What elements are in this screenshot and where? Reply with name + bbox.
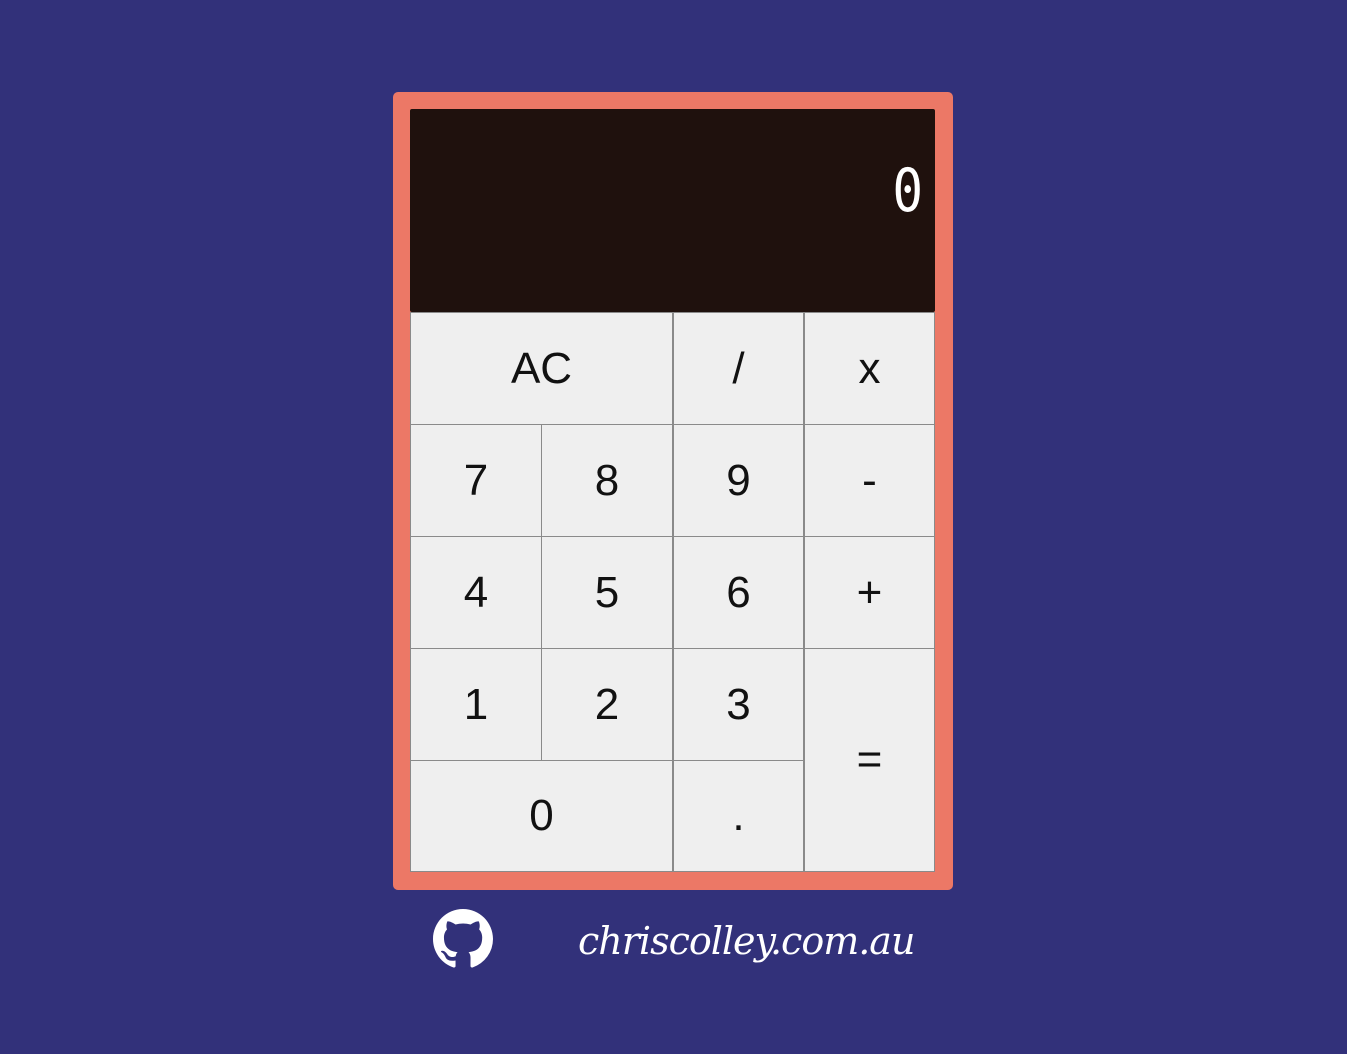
footer: chriscolley.com.au	[0, 905, 1347, 975]
clear-button-label: AC	[510, 343, 573, 393]
divide-button[interactable]: /	[673, 312, 804, 425]
digit-8-label: 8	[594, 455, 620, 505]
digit-6-label: 6	[726, 567, 751, 617]
digit-2-label: 2	[594, 679, 620, 729]
site-link[interactable]: chriscolley.com.au	[578, 919, 915, 963]
digit-8-button[interactable]: 8	[541, 424, 673, 537]
digit-5-label: 5	[594, 567, 620, 617]
digit-3-button[interactable]: 3	[673, 648, 804, 761]
digit-4-label: 4	[463, 567, 489, 617]
digit-0-button[interactable]: 0	[410, 760, 673, 872]
digit-1-button[interactable]: 1	[410, 648, 542, 761]
subtract-button-label: -	[862, 455, 877, 505]
digit-4-button[interactable]: 4	[410, 536, 542, 649]
digit-0-label: 0	[529, 791, 554, 840]
clear-button[interactable]: AC	[410, 312, 673, 425]
decimal-button[interactable]: .	[673, 760, 804, 872]
equals-button[interactable]: =	[804, 648, 935, 872]
subtract-button[interactable]: -	[804, 424, 935, 537]
decimal-button-label: .	[732, 791, 745, 840]
calculator-display: 0	[410, 109, 935, 312]
digit-7-label: 7	[463, 455, 489, 505]
digit-1-label: 1	[463, 679, 489, 729]
display-value: 0	[892, 156, 923, 226]
calculator: 0 AC / x 7 8 9 - 4 5 6 + 1 2 3 = 0 .	[393, 92, 953, 890]
multiply-button[interactable]: x	[804, 312, 935, 425]
equals-button-label: =	[856, 735, 883, 784]
digit-3-label: 3	[726, 679, 751, 729]
digit-9-label: 9	[726, 455, 751, 505]
add-button[interactable]: +	[804, 536, 935, 649]
digit-2-button[interactable]: 2	[541, 648, 673, 761]
digit-5-button[interactable]: 5	[541, 536, 673, 649]
add-button-label: +	[856, 567, 883, 617]
divide-button-label: /	[732, 343, 745, 393]
digit-7-button[interactable]: 7	[410, 424, 542, 537]
digit-6-button[interactable]: 6	[673, 536, 804, 649]
github-icon[interactable]	[433, 909, 493, 969]
multiply-button-label: x	[858, 343, 881, 393]
digit-9-button[interactable]: 9	[673, 424, 804, 537]
